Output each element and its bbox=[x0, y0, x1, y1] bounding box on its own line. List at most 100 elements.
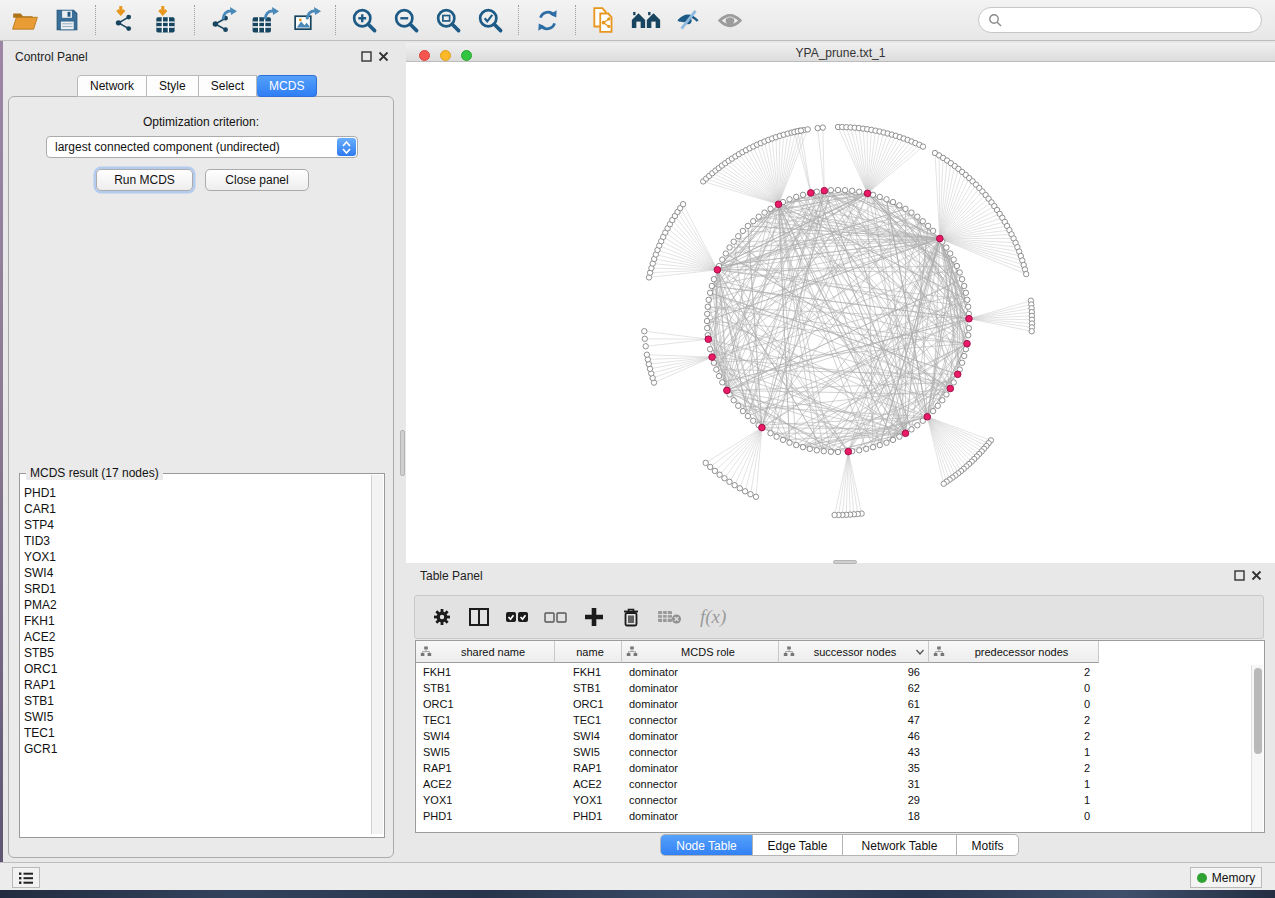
mcds-result-item[interactable]: ORC1 bbox=[24, 661, 57, 677]
delete-column-icon[interactable] bbox=[620, 606, 642, 628]
control-panel-title: Control Panel bbox=[15, 50, 88, 64]
table-row[interactable]: ORC1ORC1dominator610 bbox=[416, 696, 1099, 712]
splitter-handle-vertical[interactable] bbox=[400, 430, 405, 476]
cell-shared-name: TEC1 bbox=[416, 712, 555, 728]
cell-shared-name: ACE2 bbox=[416, 776, 555, 792]
tab-edge-table[interactable]: Edge Table bbox=[753, 835, 843, 856]
dropdown-arrows-icon bbox=[337, 138, 356, 156]
show-hidden-icon[interactable] bbox=[709, 2, 751, 38]
float-icon[interactable] bbox=[361, 51, 372, 62]
import-table-icon[interactable] bbox=[145, 2, 187, 38]
tab-mcds[interactable]: MCDS bbox=[257, 75, 317, 97]
mcds-result-item[interactable]: ACE2 bbox=[24, 629, 57, 645]
cell-predecessor-nodes: 2 bbox=[929, 712, 1099, 728]
mcds-result-item[interactable]: PHD1 bbox=[24, 485, 57, 501]
tab-node-table[interactable]: Node Table bbox=[661, 835, 753, 856]
toolbar-separator bbox=[95, 5, 96, 35]
mcds-result-item[interactable]: STB5 bbox=[24, 645, 57, 661]
mcds-result-item[interactable]: TEC1 bbox=[24, 725, 57, 741]
mcds-result-item[interactable]: GCR1 bbox=[24, 741, 57, 757]
cell-MCDS-role: dominator bbox=[622, 808, 779, 824]
network-canvas[interactable] bbox=[406, 62, 1275, 563]
task-history-button[interactable] bbox=[12, 867, 40, 888]
column-header-shared-name[interactable]: shared name bbox=[416, 641, 555, 663]
run-mcds-button[interactable]: Run MCDS bbox=[96, 169, 193, 191]
table-settings-icon[interactable] bbox=[431, 606, 453, 628]
zoom-selected-icon[interactable] bbox=[469, 2, 511, 38]
mcds-result-item[interactable]: STP4 bbox=[24, 517, 57, 533]
memory-button[interactable]: Memory bbox=[1190, 867, 1262, 888]
float-icon[interactable] bbox=[1234, 570, 1245, 581]
table-panel-window-buttons bbox=[1234, 570, 1262, 581]
table-rows: FKH1FKH1dominator962STB1STB1dominator620… bbox=[416, 664, 1099, 824]
mcds-result-item[interactable]: PMA2 bbox=[24, 597, 57, 613]
result-scrollbar[interactable] bbox=[371, 475, 383, 834]
export-image-icon[interactable] bbox=[286, 2, 328, 38]
panel-mode-icon[interactable] bbox=[468, 606, 490, 628]
mcds-result-item[interactable]: CAR1 bbox=[24, 501, 57, 517]
export-network-icon[interactable] bbox=[202, 2, 244, 38]
mcds-result-item[interactable]: TID3 bbox=[24, 533, 57, 549]
column-header-name[interactable]: name bbox=[555, 641, 622, 663]
cell-shared-name: ORC1 bbox=[416, 696, 555, 712]
select-all-icon[interactable] bbox=[505, 606, 529, 628]
column-header-successor-nodes[interactable]: successor nodes bbox=[779, 641, 929, 663]
zoom-out-icon[interactable] bbox=[385, 2, 427, 38]
scrollbar-thumb[interactable] bbox=[1254, 668, 1262, 754]
table-scrollbar[interactable] bbox=[1251, 665, 1263, 833]
delete-table-icon[interactable] bbox=[657, 606, 683, 628]
mcds-result-item[interactable]: STB1 bbox=[24, 693, 57, 709]
mcds-result-item[interactable]: SWI4 bbox=[24, 565, 57, 581]
cell-name: TEC1 bbox=[555, 712, 622, 728]
deselect-all-icon[interactable] bbox=[544, 606, 568, 628]
save-session-icon[interactable] bbox=[46, 2, 88, 38]
mcds-result-item[interactable]: YOX1 bbox=[24, 549, 57, 565]
cell-successor-nodes: 47 bbox=[779, 712, 929, 728]
column-header-predecessor-nodes[interactable]: predecessor nodes bbox=[929, 641, 1099, 663]
zoom-in-icon[interactable] bbox=[343, 2, 385, 38]
column-header-MCDS-role[interactable]: MCDS role bbox=[622, 641, 779, 663]
open-session-icon[interactable] bbox=[4, 2, 46, 38]
control-panel-tabs: NetworkStyleSelectMCDS bbox=[77, 75, 317, 97]
table-row[interactable]: FKH1FKH1dominator962 bbox=[416, 664, 1099, 680]
search-field[interactable] bbox=[978, 7, 1262, 33]
cell-predecessor-nodes: 2 bbox=[929, 760, 1099, 776]
table-row[interactable]: STB1STB1dominator620 bbox=[416, 680, 1099, 696]
table-row[interactable]: SWI5SWI5connector431 bbox=[416, 744, 1099, 760]
function-builder-icon[interactable]: f(x) bbox=[698, 605, 732, 629]
add-column-icon[interactable] bbox=[583, 606, 605, 628]
cell-name: FKH1 bbox=[555, 664, 622, 680]
table-row[interactable]: TEC1TEC1connector472 bbox=[416, 712, 1099, 728]
cell-shared-name: STB1 bbox=[416, 680, 555, 696]
table-row[interactable]: PHD1PHD1dominator180 bbox=[416, 808, 1099, 824]
tab-select[interactable]: Select bbox=[199, 75, 257, 97]
refresh-layout-icon[interactable] bbox=[526, 2, 568, 38]
cell-name: ORC1 bbox=[555, 696, 622, 712]
tab-motifs[interactable]: Motifs bbox=[957, 835, 1018, 856]
close-panel-button[interactable]: Close panel bbox=[205, 169, 309, 191]
import-network-icon[interactable] bbox=[103, 2, 145, 38]
tab-network-table[interactable]: Network Table bbox=[843, 835, 957, 856]
tab-network[interactable]: Network bbox=[77, 75, 147, 97]
table-row[interactable]: SWI4SWI4dominator462 bbox=[416, 728, 1099, 744]
mcds-result-item[interactable]: RAP1 bbox=[24, 677, 57, 693]
tab-style[interactable]: Style bbox=[147, 75, 199, 97]
table-row[interactable]: RAP1RAP1dominator352 bbox=[416, 760, 1099, 776]
export-table-icon[interactable] bbox=[244, 2, 286, 38]
criterion-dropdown[interactable]: largest connected component (undirected) bbox=[46, 136, 358, 158]
copy-network-icon[interactable] bbox=[583, 2, 625, 38]
close-icon[interactable] bbox=[378, 51, 389, 62]
table-row[interactable]: YOX1YOX1connector291 bbox=[416, 792, 1099, 808]
mcds-result-item[interactable]: SWI5 bbox=[24, 709, 57, 725]
table-row[interactable]: ACE2ACE2connector311 bbox=[416, 776, 1099, 792]
table-header: shared namenameMCDS rolesuccessor nodesp… bbox=[416, 641, 1099, 663]
close-icon[interactable] bbox=[1251, 570, 1262, 581]
mcds-result-item[interactable]: FKH1 bbox=[24, 613, 57, 629]
cell-predecessor-nodes: 0 bbox=[929, 808, 1099, 824]
home-networks-icon[interactable] bbox=[625, 2, 667, 38]
mcds-result-item[interactable]: SRD1 bbox=[24, 581, 57, 597]
mcds-result-list[interactable]: PHD1CAR1STP4TID3YOX1SWI4SRD1PMA2FKH1ACE2… bbox=[24, 485, 57, 757]
zoom-fit-icon[interactable] bbox=[427, 2, 469, 38]
cell-successor-nodes: 35 bbox=[779, 760, 929, 776]
hide-selected-icon[interactable] bbox=[667, 2, 709, 38]
